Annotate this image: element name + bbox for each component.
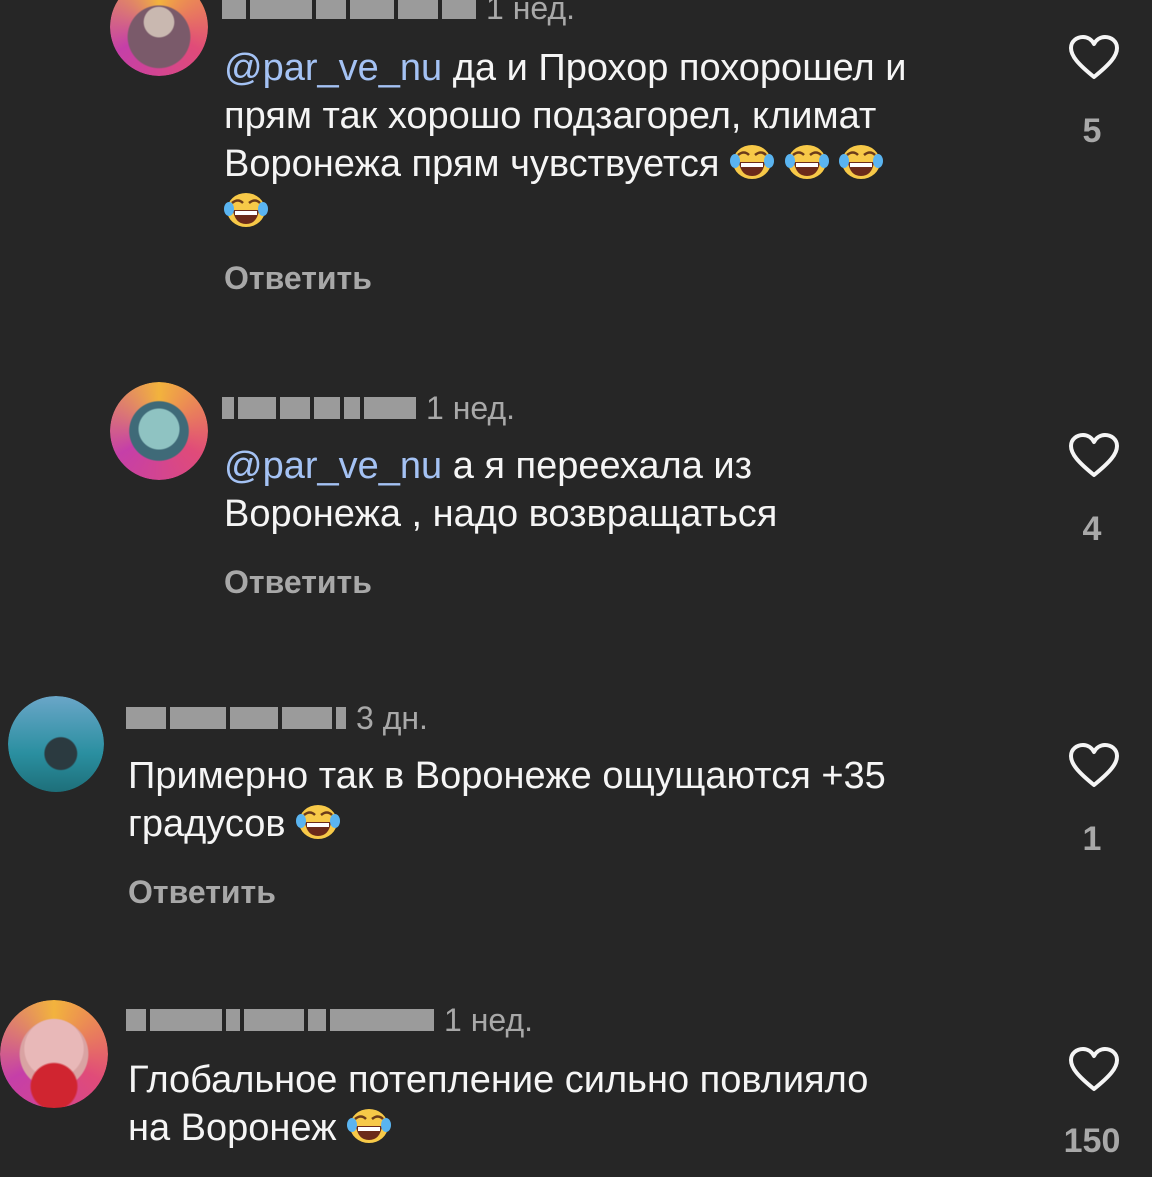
comment-text: @par_ve_nu да и Прохор похорошел и прям …: [224, 44, 1044, 236]
laughing-emoji-icon: [839, 142, 883, 182]
mention-link[interactable]: @par_ve_nu: [224, 47, 442, 89]
reply-button[interactable]: Ответить: [128, 874, 276, 911]
avatar[interactable]: [110, 0, 208, 76]
like-count: 4: [1082, 510, 1102, 548]
reply-button[interactable]: Ответить: [224, 260, 372, 297]
laughing-emoji-icon: [730, 142, 774, 182]
heart-icon[interactable]: [1068, 742, 1120, 790]
comment-time: 1 нед.: [444, 1001, 534, 1038]
like-count: 1: [1082, 820, 1102, 858]
comment-meta: 1 нед.: [222, 0, 575, 28]
like-count: 150: [1063, 1122, 1121, 1160]
laughing-emoji-icon: [296, 802, 340, 842]
comment-meta: 1 нед.: [126, 1000, 533, 1040]
mention-link[interactable]: @par_ve_nu: [224, 445, 442, 487]
comment-text: @par_ve_nu а я переехала из Воронежа , н…: [224, 445, 778, 535]
laughing-emoji-icon: [224, 190, 268, 230]
comment-text: Глобальное потепление сильно повлияло на…: [128, 1059, 869, 1149]
comment-meta: 3 дн.: [126, 698, 428, 738]
comment-time: 1 нед.: [426, 389, 516, 426]
heart-icon[interactable]: [1068, 34, 1120, 82]
avatar[interactable]: [8, 696, 104, 792]
username-redacted[interactable]: [222, 397, 416, 419]
avatar[interactable]: [110, 382, 208, 480]
comment-text: Примерно так в Воронеже ощущаются +35 гр…: [128, 755, 886, 845]
laughing-emoji-icon: [785, 142, 829, 182]
comment-time: 1 нед.: [486, 0, 576, 26]
username-redacted[interactable]: [126, 707, 346, 729]
avatar[interactable]: [0, 1000, 108, 1108]
username-redacted[interactable]: [126, 1009, 434, 1031]
reply-button[interactable]: Ответить: [224, 564, 372, 601]
username-redacted[interactable]: [222, 0, 476, 19]
heart-icon[interactable]: [1068, 1046, 1120, 1094]
heart-icon[interactable]: [1068, 432, 1120, 480]
laughing-emoji-icon: [347, 1106, 391, 1146]
like-count: 5: [1082, 112, 1102, 150]
comment-meta: 1 нед.: [222, 388, 515, 428]
comment-time: 3 дн.: [356, 699, 428, 736]
